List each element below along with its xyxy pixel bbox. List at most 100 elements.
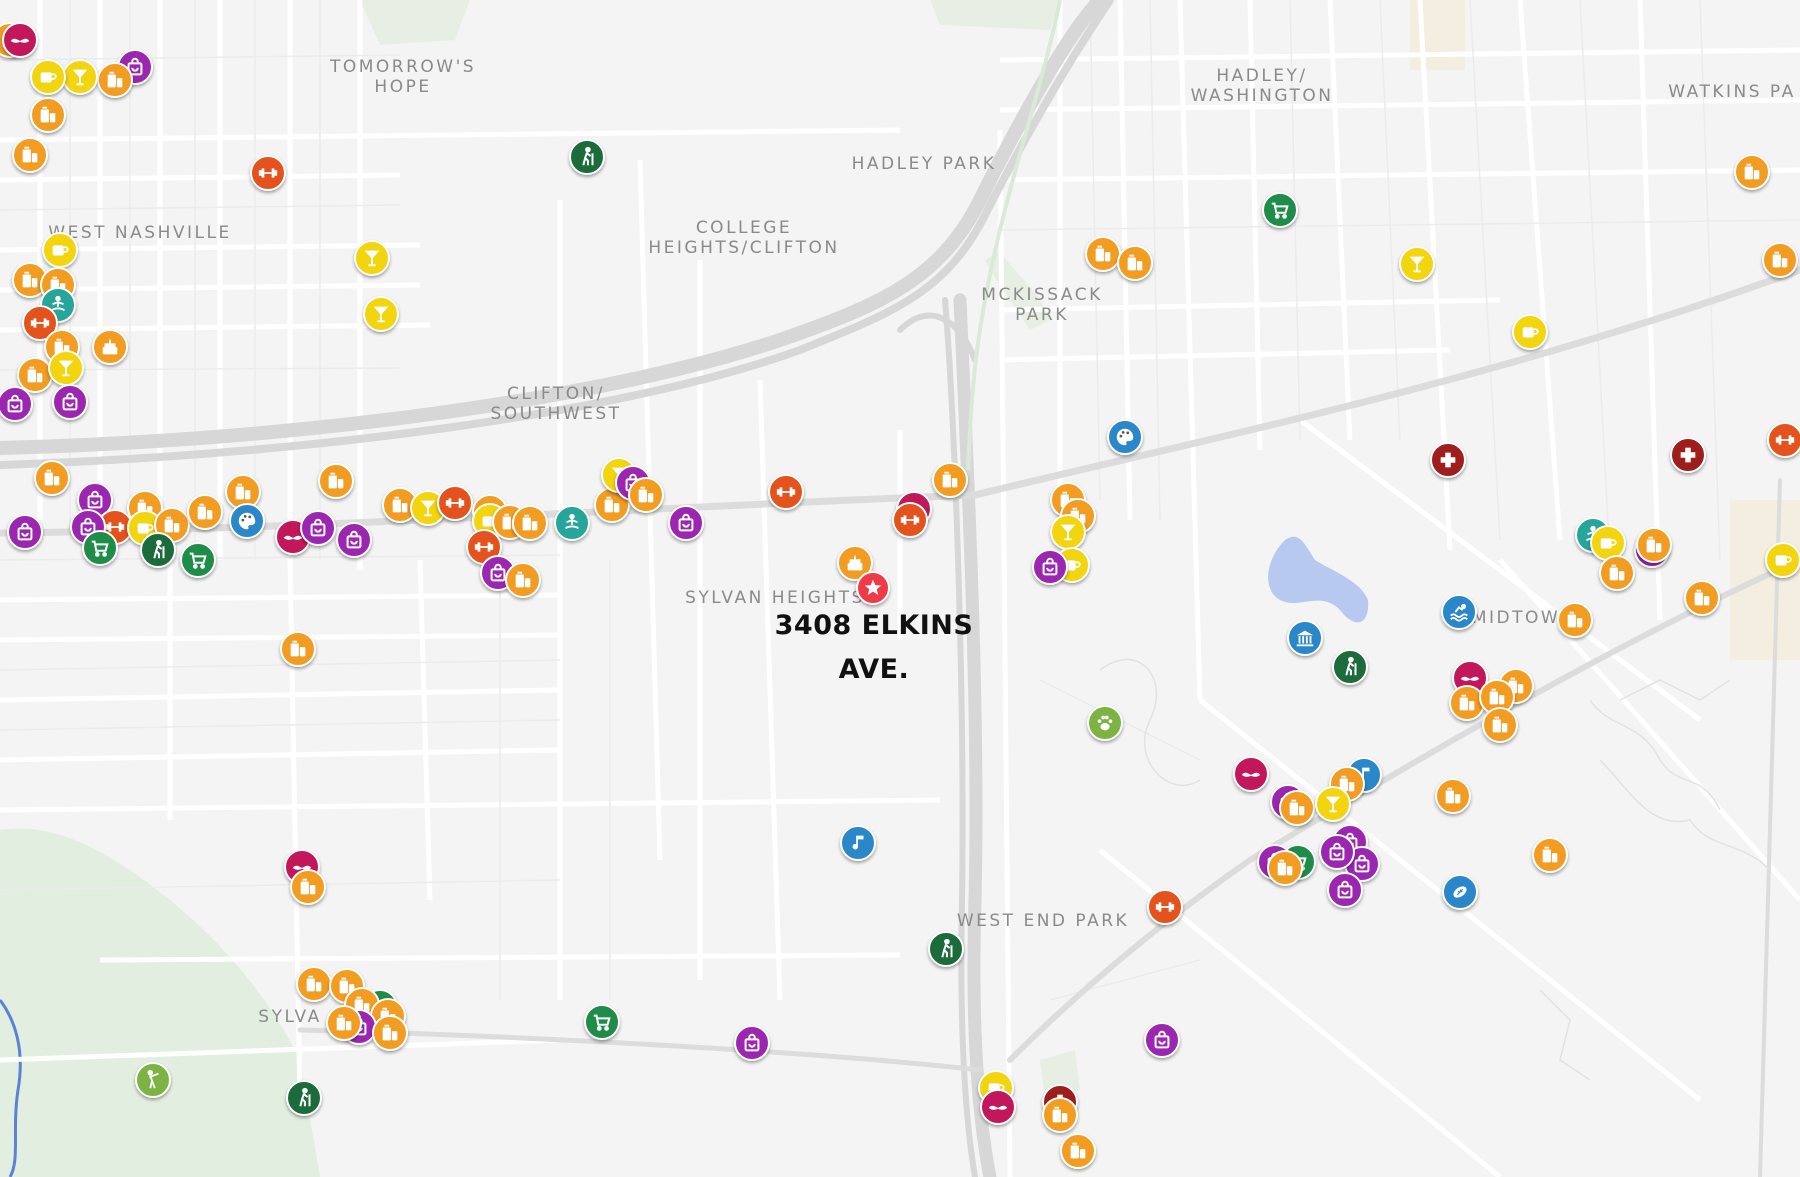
poi-marker-barber[interactable] bbox=[1233, 756, 1269, 792]
home-marker[interactable] bbox=[856, 571, 890, 605]
poi-marker-coffee[interactable] bbox=[1765, 542, 1800, 578]
bakery-icon bbox=[844, 552, 866, 574]
poi-marker-barber[interactable] bbox=[980, 1089, 1016, 1125]
poi-marker-restaurant[interactable] bbox=[290, 869, 326, 905]
poi-marker-restaurant[interactable] bbox=[1435, 778, 1471, 814]
poi-marker-bar[interactable] bbox=[1399, 246, 1435, 282]
poi-marker-medical[interactable] bbox=[1670, 437, 1706, 473]
gym-icon bbox=[1154, 896, 1176, 918]
poi-marker-barber[interactable] bbox=[2, 22, 38, 58]
poi-marker-restaurant[interactable] bbox=[1557, 602, 1593, 638]
poi-marker-restaurant[interactable] bbox=[1734, 154, 1770, 190]
poi-marker-medical[interactable] bbox=[1430, 442, 1466, 478]
poi-marker-bar[interactable] bbox=[1050, 514, 1086, 550]
poi-marker-restaurant[interactable] bbox=[372, 1015, 408, 1051]
barber-icon bbox=[1240, 763, 1262, 785]
poi-marker-bar[interactable] bbox=[363, 296, 399, 332]
poi-marker-grocery[interactable] bbox=[82, 530, 118, 566]
poi-marker-grocery[interactable] bbox=[180, 542, 216, 578]
poi-marker-restaurant[interactable] bbox=[1085, 236, 1121, 272]
poi-marker-hiking[interactable] bbox=[928, 931, 964, 967]
poi-marker-bar[interactable] bbox=[354, 240, 390, 276]
poi-marker-bar[interactable] bbox=[1315, 786, 1351, 822]
poi-marker-golf[interactable] bbox=[135, 1062, 171, 1098]
poi-marker-restaurant[interactable] bbox=[1599, 555, 1635, 591]
poi-marker-shopping[interactable] bbox=[336, 522, 372, 558]
poi-marker-restaurant[interactable] bbox=[1060, 1133, 1096, 1169]
hiking-icon bbox=[293, 1087, 315, 1109]
area-label-mckissack-park: MCKISSACK PARK bbox=[981, 285, 1103, 325]
poi-marker-gym[interactable] bbox=[1147, 889, 1183, 925]
poi-marker-restaurant[interactable] bbox=[1684, 580, 1720, 616]
map-canvas[interactable]: TOMORROW'S HOPE HADLEY/ WASHINGTON WATKI… bbox=[0, 0, 1800, 1177]
poi-marker-swimming[interactable] bbox=[1441, 594, 1477, 630]
poi-marker-restaurant[interactable] bbox=[280, 631, 316, 667]
poi-marker-bar[interactable] bbox=[48, 350, 84, 386]
grocery-icon bbox=[187, 549, 209, 571]
poi-marker-shopping[interactable] bbox=[1319, 834, 1355, 870]
poi-marker-restaurant[interactable] bbox=[1117, 245, 1153, 281]
poi-marker-art[interactable] bbox=[229, 503, 265, 539]
poi-marker-coffee[interactable] bbox=[30, 59, 66, 95]
poi-marker-restaurant[interactable] bbox=[932, 462, 968, 498]
home-address-label: 3408 ELKINS AVE. bbox=[775, 604, 974, 692]
poi-marker-hiking[interactable] bbox=[140, 532, 176, 568]
poi-marker-pets[interactable] bbox=[1087, 705, 1123, 741]
poi-marker-coffee[interactable] bbox=[42, 232, 78, 268]
poi-marker-restaurant[interactable] bbox=[12, 137, 48, 173]
poi-marker-gym[interactable] bbox=[892, 502, 928, 538]
poi-marker-restaurant[interactable] bbox=[1279, 790, 1315, 826]
poi-marker-restaurant[interactable] bbox=[505, 562, 541, 598]
area-label-west-nashville: WEST NASHVILLE bbox=[48, 223, 232, 243]
poi-marker-shopping[interactable] bbox=[1032, 549, 1068, 585]
area-label-watkins-park: WATKINS PA bbox=[1668, 82, 1796, 102]
poi-marker-coffee[interactable] bbox=[1512, 314, 1548, 350]
poi-marker-shopping[interactable] bbox=[1327, 872, 1363, 908]
poi-marker-restaurant[interactable] bbox=[97, 62, 133, 98]
poi-marker-music[interactable] bbox=[840, 825, 876, 861]
poi-marker-restaurant[interactable] bbox=[512, 505, 548, 541]
poi-marker-shopping[interactable] bbox=[668, 505, 704, 541]
poi-marker-restaurant[interactable] bbox=[628, 477, 664, 513]
poi-marker-restaurant[interactable] bbox=[1482, 707, 1518, 743]
poi-marker-restaurant[interactable] bbox=[1532, 837, 1568, 873]
poi-marker-grocery[interactable] bbox=[1262, 192, 1298, 228]
poi-marker-restaurant[interactable] bbox=[1267, 850, 1303, 886]
poi-marker-restaurant[interactable] bbox=[296, 966, 332, 1002]
restaurant-icon bbox=[333, 1012, 355, 1034]
poi-marker-hiking[interactable] bbox=[1332, 649, 1368, 685]
poi-marker-gym[interactable] bbox=[437, 485, 473, 521]
poi-marker-shopping[interactable] bbox=[7, 514, 43, 550]
poi-marker-gym[interactable] bbox=[250, 155, 286, 191]
poi-marker-gym[interactable] bbox=[1767, 422, 1800, 458]
poi-marker-bakery[interactable] bbox=[92, 329, 128, 365]
poi-marker-restaurant[interactable] bbox=[1042, 1097, 1078, 1133]
poi-marker-art[interactable] bbox=[1107, 419, 1143, 455]
poi-marker-restaurant[interactable] bbox=[318, 463, 354, 499]
poi-marker-yoga[interactable] bbox=[554, 505, 590, 541]
bar-icon bbox=[370, 303, 392, 325]
restaurant-icon bbox=[1486, 686, 1508, 708]
poi-marker-restaurant[interactable] bbox=[1762, 242, 1798, 278]
poi-marker-restaurant[interactable] bbox=[1636, 527, 1672, 563]
coffee-icon bbox=[1772, 549, 1794, 571]
poi-marker-restaurant[interactable] bbox=[326, 1005, 362, 1041]
poi-marker-grocery[interactable] bbox=[584, 1004, 620, 1040]
bar-icon bbox=[1406, 253, 1428, 275]
poi-marker-shopping[interactable] bbox=[734, 1025, 770, 1061]
poi-marker-hiking[interactable] bbox=[286, 1080, 322, 1116]
poi-marker-shopping[interactable] bbox=[52, 384, 88, 420]
poi-marker-restaurant[interactable] bbox=[34, 460, 70, 496]
poi-marker-restaurant[interactable] bbox=[187, 494, 223, 530]
poi-marker-gym[interactable] bbox=[768, 474, 804, 510]
restaurant-icon bbox=[194, 501, 216, 523]
poi-marker-bar[interactable] bbox=[62, 59, 98, 95]
poi-marker-shopping[interactable] bbox=[300, 510, 336, 546]
gym-icon bbox=[1774, 429, 1796, 451]
poi-marker-sports[interactable] bbox=[1442, 874, 1478, 910]
poi-marker-museum[interactable] bbox=[1287, 620, 1323, 656]
poi-marker-restaurant[interactable] bbox=[30, 97, 66, 133]
poi-marker-shopping[interactable] bbox=[1144, 1022, 1180, 1058]
poi-marker-hiking[interactable] bbox=[569, 139, 605, 175]
hiking-icon bbox=[935, 938, 957, 960]
